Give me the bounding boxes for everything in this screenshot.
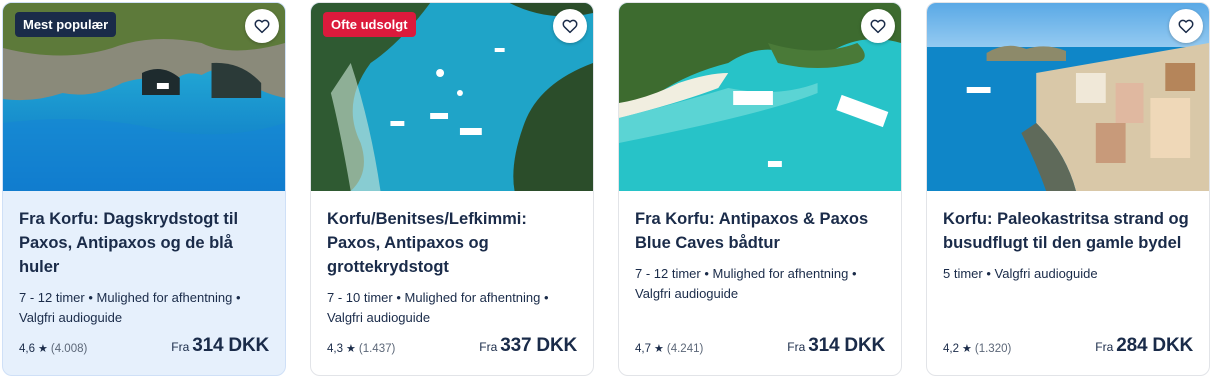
activity-details: 7 - 12 timer • Mulighed for afhentning •… xyxy=(19,290,241,325)
activity-title[interactable]: Korfu/Benitses/Lefkimmi: Paxos, Antipaxo… xyxy=(327,207,577,279)
price: Fra 314 DKK xyxy=(171,335,269,357)
rating-value: 4,6 xyxy=(19,342,35,355)
activity-card-row: Mest populær Fra Korfu: Dagskrydstogt ti… xyxy=(0,0,1212,378)
activity-details: 7 - 10 timer • Mulighed for afhentning •… xyxy=(327,290,549,325)
price-amount: 314 DKK xyxy=(808,335,885,356)
review-count: (1.320) xyxy=(974,342,1012,355)
price: Fra 337 DKK xyxy=(479,335,577,357)
rating-value: 4,7 xyxy=(635,342,651,355)
rating-value: 4,3 xyxy=(327,342,343,355)
activity-photo-corfu-old-town[interactable] xyxy=(927,3,1209,191)
rating: 4,3 ★ (1.437) xyxy=(327,342,395,357)
activity-title[interactable]: Fra Korfu: Dagskrydstogt til Paxos, Anti… xyxy=(19,207,269,279)
activity-details: 5 timer • Valgfri audioguide xyxy=(943,266,1098,281)
rating-value: 4,2 xyxy=(943,342,959,355)
heart-outline-icon xyxy=(1178,19,1194,34)
price: Fra 314 DKK xyxy=(787,335,885,357)
wishlist-button[interactable] xyxy=(553,9,587,43)
price-amount: 284 DKK xyxy=(1116,335,1193,356)
rating: 4,7 ★ (4.241) xyxy=(635,342,703,357)
card-footer: 4,3 ★ (1.437) Fra 337 DKK xyxy=(327,333,577,357)
activity-title[interactable]: Korfu: Paleokastritsa strand og busudflu… xyxy=(943,207,1193,255)
card-footer: 4,2 ★ (1.320) Fra 284 DKK xyxy=(943,333,1193,357)
review-count: (4.241) xyxy=(666,342,704,355)
wishlist-button[interactable] xyxy=(861,9,895,43)
activity-card[interactable]: Mest populær Fra Korfu: Dagskrydstogt ti… xyxy=(2,2,286,376)
activity-title[interactable]: Fra Korfu: Antipaxos & Paxos Blue Caves … xyxy=(635,207,885,255)
star-icon: ★ xyxy=(346,343,356,355)
activity-card[interactable]: Fra Korfu: Antipaxos & Paxos Blue Caves … xyxy=(618,2,902,376)
card-footer: 4,7 ★ (4.241) Fra 314 DKK xyxy=(635,333,885,357)
badge-often-sold-out: Ofte udsolgt xyxy=(323,12,416,37)
price-amount: 314 DKK xyxy=(192,335,269,356)
price: Fra 284 DKK xyxy=(1095,335,1193,357)
rating: 4,2 ★ (1.320) xyxy=(943,342,1011,357)
review-count: (1.437) xyxy=(358,342,396,355)
review-count: (4.008) xyxy=(50,342,88,355)
activity-photo-blue-caves[interactable]: Mest populær xyxy=(3,3,285,191)
star-icon: ★ xyxy=(654,343,664,355)
heart-outline-icon xyxy=(562,19,578,34)
price-prefix: Fra xyxy=(787,340,806,354)
badge-most-popular: Mest populær xyxy=(15,12,117,37)
wishlist-button[interactable] xyxy=(1169,9,1203,43)
price-prefix: Fra xyxy=(171,340,190,354)
price-prefix: Fra xyxy=(479,340,498,354)
card-footer: 4,6 ★ (4.008) Fra 314 DKK xyxy=(19,333,269,357)
activity-photo-antipaxos-beach[interactable] xyxy=(619,3,901,191)
heart-outline-icon xyxy=(254,19,270,34)
star-icon: ★ xyxy=(962,343,972,355)
activity-details: 7 - 12 timer • Mulighed for afhentning •… xyxy=(635,266,857,301)
wishlist-button[interactable] xyxy=(245,9,279,43)
rating: 4,6 ★ (4.008) xyxy=(19,342,87,357)
activity-card[interactable]: Ofte udsolgt Korfu/Benitses/Lefkimmi: Pa… xyxy=(310,2,594,376)
activity-photo-paxos-bay[interactable]: Ofte udsolgt xyxy=(311,3,593,191)
activity-card[interactable]: Korfu: Paleokastritsa strand og busudflu… xyxy=(926,2,1210,376)
heart-outline-icon xyxy=(870,19,886,34)
star-icon: ★ xyxy=(38,343,48,355)
price-prefix: Fra xyxy=(1095,340,1114,354)
price-amount: 337 DKK xyxy=(500,335,577,356)
